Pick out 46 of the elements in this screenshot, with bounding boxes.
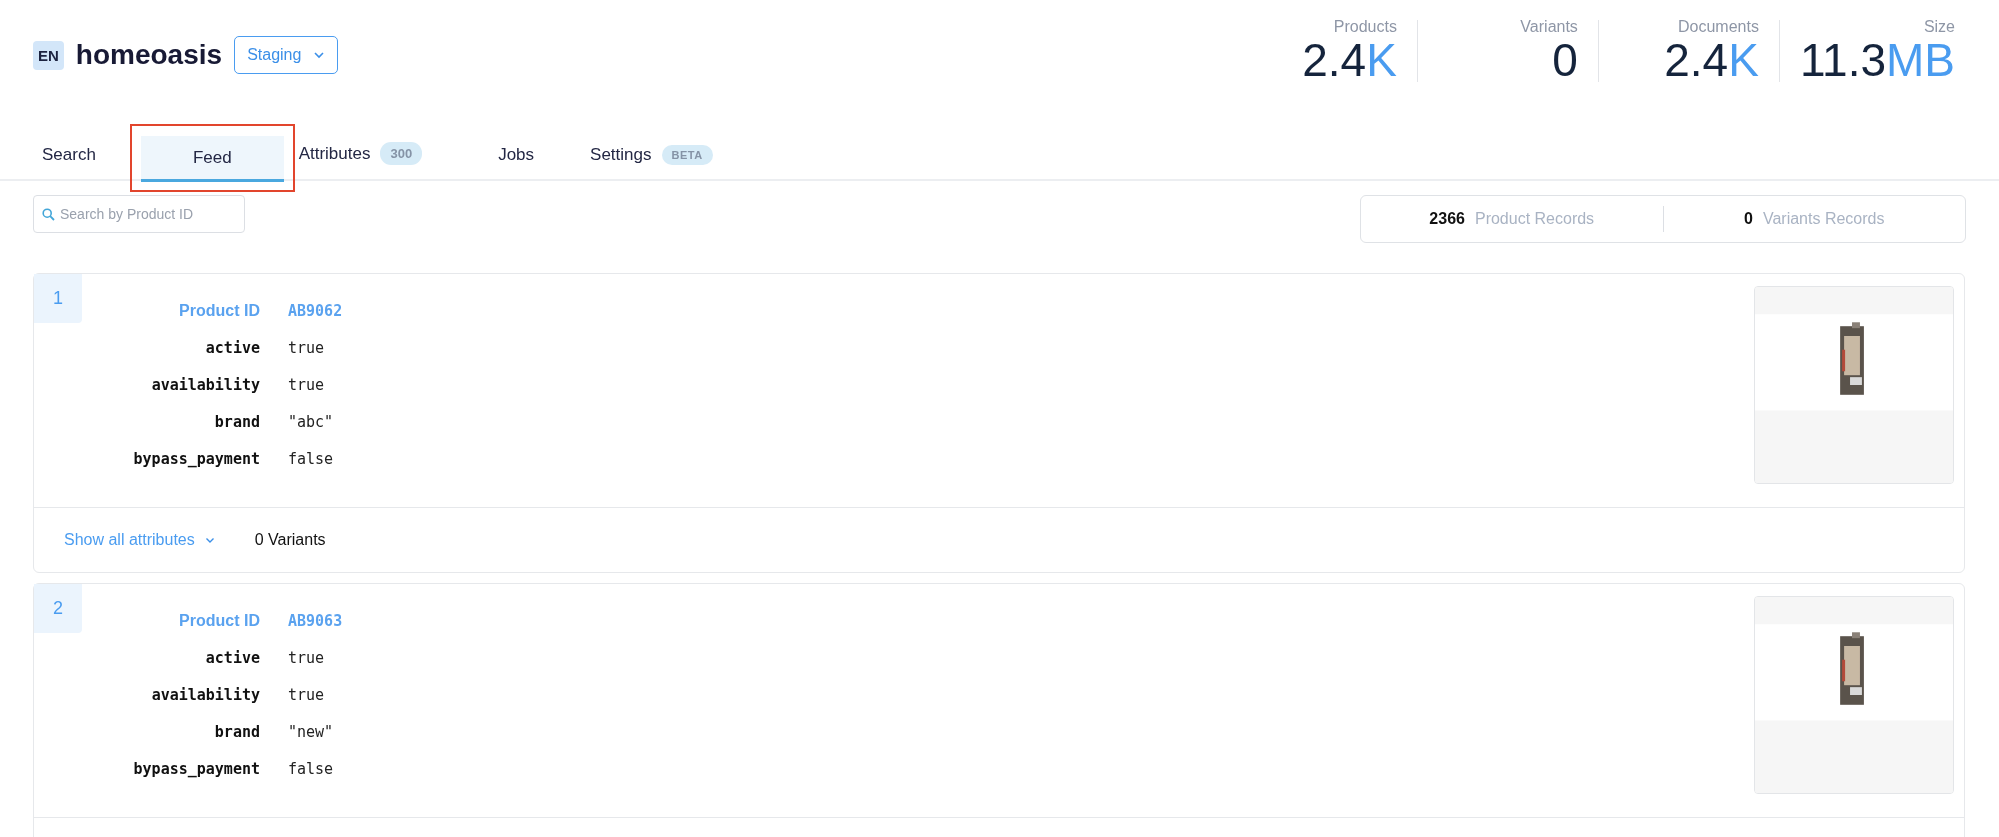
tab[interactable]: Jobs <box>480 133 565 179</box>
record-count: 2366 <box>1429 210 1465 228</box>
stat-label: Size <box>1923 18 1955 36</box>
row-number: 1 <box>34 274 82 323</box>
product-id: AB9063 <box>288 612 344 630</box>
search-field[interactable]: Search by Product ID <box>33 195 245 233</box>
attribute-value: true <box>288 686 326 704</box>
stat-label: Products <box>1333 18 1397 36</box>
project-title: homeoasis <box>75 39 223 71</box>
attribute-key: availability <box>34 686 260 704</box>
attribute-value: "new" <box>288 723 335 741</box>
stat-value: 2.4K <box>1664 36 1759 85</box>
attribute-key: active <box>34 339 260 357</box>
chevron-down-icon <box>204 536 215 544</box>
tab[interactable]: Feed <box>140 136 284 182</box>
record-count: 0 <box>1744 210 1753 228</box>
attribute-key: bypass_payment <box>34 450 260 468</box>
stat-value: 2.4K <box>1302 36 1397 85</box>
stat-value: 11.3MB <box>1799 36 1955 85</box>
variants-count: 0 Variants <box>254 531 326 549</box>
stat-label: Documents <box>1677 18 1759 36</box>
record-label: Variants Records <box>1762 210 1885 228</box>
attribute-value: false <box>288 450 335 468</box>
attribute-key: brand <box>34 413 260 431</box>
attribute-value: false <box>288 760 335 778</box>
record-label: Product Records <box>1474 210 1595 228</box>
row-number: 2 <box>34 584 82 633</box>
search-icon <box>42 208 55 221</box>
chevron-down-icon <box>313 51 326 59</box>
tab[interactable]: Attributes 300 <box>298 130 473 179</box>
attribute-key: brand <box>34 723 260 741</box>
language-badge: EN <box>33 40 64 70</box>
attribute-value: true <box>288 649 326 667</box>
product-id: AB9062 <box>288 302 344 320</box>
attribute-key: active <box>34 649 260 667</box>
attribute-key: bypass_payment <box>34 760 260 778</box>
attribute-value: true <box>288 339 326 357</box>
tab[interactable]: Settings BETA <box>572 133 743 179</box>
attribute-value: true <box>288 376 326 394</box>
tab[interactable]: Search <box>24 133 126 179</box>
attribute-value: "abc" <box>288 413 335 431</box>
attribute-key: availability <box>34 376 260 394</box>
stat-label: Variants <box>1520 18 1578 36</box>
stat-value: 0 <box>1552 36 1578 85</box>
count-badge: 300 <box>380 142 423 165</box>
beta-badge: BETA <box>661 145 713 165</box>
